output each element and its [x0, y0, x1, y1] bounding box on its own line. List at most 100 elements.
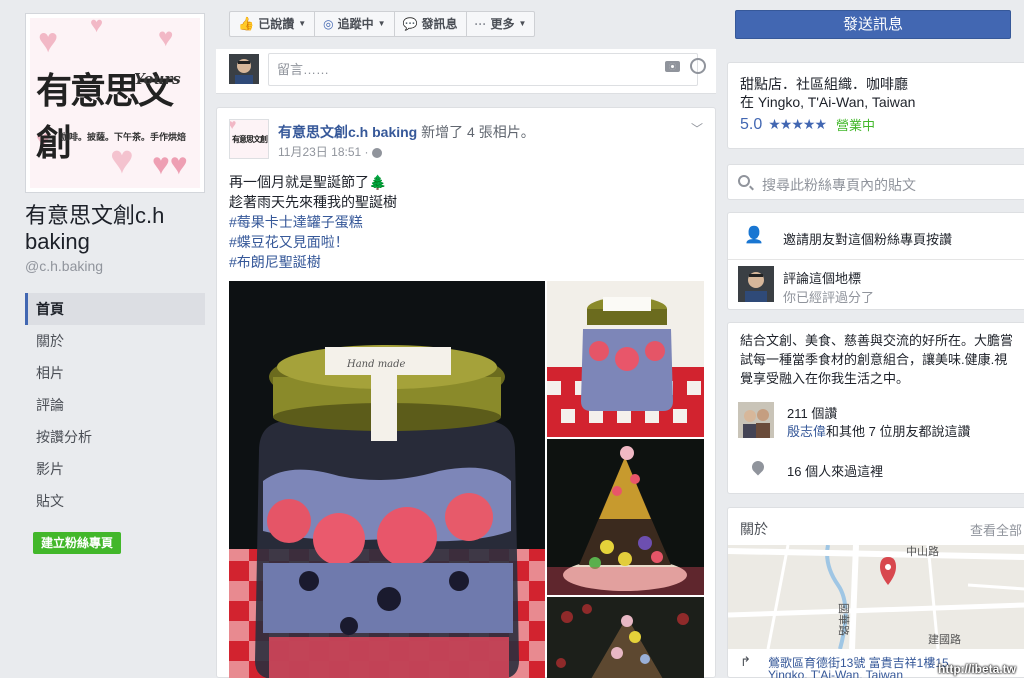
- about-summary-card: 結合文創、美食、慈善與交流的好所在。大膽嘗試每一種當季食材的創意組合，讓美味.健…: [727, 322, 1024, 494]
- divider: [728, 259, 1024, 260]
- post-line: 再一個月就是聖誕節了🌲: [229, 174, 387, 190]
- nav-item-videos[interactable]: 影片: [25, 453, 205, 485]
- review-place-link[interactable]: 評論這個地標: [783, 268, 861, 287]
- comment-composer: 留言……: [216, 49, 716, 94]
- search-posts-input[interactable]: 搜尋此粉絲專頁內的貼文: [762, 175, 916, 195]
- nav-item-likes[interactable]: 按讚分析: [25, 421, 205, 453]
- globe-icon[interactable]: [371, 147, 382, 158]
- post-meta: 11月23日 18:51 ·: [278, 143, 382, 160]
- review-status: 你已經評過分了: [783, 290, 875, 305]
- message-label: 發訊息: [421, 17, 458, 31]
- likes-count[interactable]: 211 個讚: [787, 403, 837, 422]
- invite-friends-link[interactable]: 邀請朋友對這個粉絲專頁按讚: [783, 229, 952, 248]
- rating-value: 5.0: [740, 115, 763, 133]
- rss-icon: ◎: [323, 17, 334, 31]
- brownie-tree-photo: [547, 439, 704, 595]
- nav-item-posts[interactable]: 貼文: [25, 485, 205, 517]
- nav-item-home[interactable]: 首頁: [25, 293, 205, 325]
- post-photo-thumb[interactable]: [547, 597, 704, 678]
- nav-item-photos[interactable]: 相片: [25, 357, 205, 389]
- avatar-logo-text: 有意思文創: [232, 134, 268, 144]
- friend-name-link[interactable]: 殷志偉: [787, 424, 826, 439]
- post-line: 趁著雨天先來種我的聖誕樹: [229, 194, 397, 210]
- likes-others-text: 和其他 7 位朋友都說這讚: [826, 424, 971, 439]
- hashtag-link[interactable]: #莓果卡士達罐子蛋糕: [229, 212, 397, 232]
- message-button[interactable]: 💬 發訊息: [393, 11, 467, 37]
- directions-arrow-icon: ↱: [740, 654, 751, 669]
- post-timestamp[interactable]: 11月23日 18:51: [278, 145, 361, 159]
- search-posts-box[interactable]: 搜尋此粉絲專頁內的貼文: [727, 164, 1024, 200]
- send-message-button[interactable]: 發送訊息: [735, 10, 1011, 39]
- page-action-bar: 👍 已說讚 ▼ ◎ 追蹤中 ▼ 💬 發訊息 ··· 更多 ▼: [229, 11, 536, 37]
- checkins-count[interactable]: 16 個人來過這裡: [787, 461, 883, 480]
- user-avatar[interactable]: [738, 266, 774, 302]
- post-options-chevron-icon[interactable]: ﹀: [691, 120, 703, 137]
- liked-button[interactable]: 👍 已說讚 ▼: [229, 11, 316, 37]
- nav-item-about[interactable]: 關於: [25, 325, 205, 357]
- post-author-link[interactable]: 有意思文創c.h baking: [278, 124, 417, 140]
- jar-label-text: Hand made: [346, 359, 406, 370]
- search-icon: [738, 175, 750, 187]
- post-photo-thumb[interactable]: [547, 439, 704, 595]
- add-friend-icon: 👤: [744, 227, 764, 244]
- post-header: 有意思文創c.h baking 新增了 4 張相片。: [278, 122, 535, 142]
- location-map[interactable]: 中山路 國華路 建國路: [728, 545, 1024, 649]
- hashtag-link[interactable]: #蝶豆花又見面啦！: [229, 232, 397, 252]
- create-page-button[interactable]: 建立粉絲專頁: [33, 532, 122, 554]
- post-photo-thumb[interactable]: [547, 281, 704, 437]
- business-info-card: 甜點店．社區組織．咖啡廳 在 Yingko, T'Ai-Wan, Taiwan …: [727, 62, 1024, 149]
- nav-item-reviews[interactable]: 評論: [25, 389, 205, 421]
- post-action-text: 新增了 4 張相片。: [421, 124, 535, 140]
- post-card: ♥ 有意思文創 有意思文創c.h baking 新增了 4 張相片。 11月23…: [216, 107, 716, 678]
- camera-icon[interactable]: [665, 61, 680, 72]
- page-name[interactable]: 有意思文創c.h baking: [25, 203, 205, 255]
- watermark: http://ibeta.tw: [938, 662, 1016, 676]
- profile-picture[interactable]: ♥ ♥ ♥ ♥ ♥ ♥♥ 有意思文創 Yours 咖啡。披薩。下午茶。手作烘焙: [25, 13, 205, 193]
- post-author-avatar[interactable]: ♥ 有意思文創: [229, 119, 269, 159]
- user-avatar[interactable]: [229, 54, 259, 84]
- map-road-label: 中山路: [906, 545, 939, 558]
- heart-decoration-icon: ♥: [38, 22, 59, 60]
- post-photo-main[interactable]: Hand made: [229, 281, 545, 678]
- friends-avatar[interactable]: [738, 402, 774, 438]
- comment-input[interactable]: 留言……: [268, 53, 698, 86]
- rating-row[interactable]: 5.0 ★★★★★ 營業中: [740, 115, 875, 134]
- logo-subtitle: 咖啡。披薩。下午茶。手作烘焙: [60, 132, 187, 142]
- about-header: 關於: [740, 521, 768, 537]
- post-body: 再一個月就是聖誕節了🌲 趁著雨天先來種我的聖誕樹 #莓果卡士達罐子蛋糕 #蝶豆花…: [229, 172, 397, 272]
- jar-cake-thumb-photo: [547, 281, 704, 437]
- heart-decoration-icon: ♥: [158, 22, 174, 52]
- following-button[interactable]: ◎ 追蹤中 ▼: [314, 11, 395, 37]
- likes-friends: 殷志偉和其他 7 位朋友都說這讚: [787, 421, 970, 440]
- more-button[interactable]: ··· 更多 ▼: [465, 11, 536, 37]
- about-card: 關於 查看全部 中山路 國華路 建國路 ↱ 鶯歌區育德街13號 富貴吉祥1樓15…: [727, 507, 1024, 678]
- more-dots-icon: ···: [474, 17, 487, 31]
- hashtag-link[interactable]: #布朗尼聖誕樹: [229, 252, 397, 272]
- caret-down-icon: ▼: [298, 19, 307, 28]
- about-description: 結合文創、美食、慈善與交流的好所在。大膽嘗試每一種當季食材的創意組合，讓美味.健…: [740, 333, 1014, 386]
- engagement-card: 👤 邀請朋友對這個粉絲專頁按讚 評論這個地標 你已經評過分了: [727, 212, 1024, 310]
- heart-decoration-icon: ♥: [230, 120, 236, 132]
- emoji-icon[interactable]: [690, 58, 706, 74]
- map-road-label: 建國路: [928, 632, 961, 646]
- jar-cake-photo: Hand made: [229, 281, 545, 678]
- rating-stars-icon: ★★★★★: [768, 116, 827, 132]
- logo-yours-text: Yours: [134, 70, 181, 88]
- caret-down-icon: ▼: [518, 19, 527, 28]
- liked-label: 已說讚: [258, 17, 295, 31]
- more-label: 更多: [490, 17, 515, 31]
- business-location: 在 Yingko, T'Ai-Wan, Taiwan: [740, 94, 916, 110]
- business-category[interactable]: 甜點店．社區組織．咖啡廳: [740, 75, 915, 93]
- message-bubble-icon: 💬: [402, 17, 418, 31]
- open-status: 營業中: [836, 118, 876, 133]
- heart-decoration-icon: ♥: [90, 18, 104, 37]
- page-handle[interactable]: @c.h.baking: [25, 258, 103, 274]
- see-all-link[interactable]: 查看全部: [970, 520, 1022, 539]
- address-city: Yingko, T'Ai-Wan, Taiwan: [768, 668, 904, 678]
- thumbs-up-icon: 👍: [238, 16, 255, 31]
- caret-down-icon: ▼: [377, 19, 386, 28]
- left-column: ♥ ♥ ♥ ♥ ♥ ♥♥ 有意思文創 Yours 咖啡。披薩。下午茶。手作烘焙 …: [0, 0, 216, 678]
- separator-dot: ·: [364, 145, 372, 159]
- following-label: 追蹤中: [337, 17, 374, 31]
- page-nav: 首頁 關於 相片 評論 按讚分析 影片 貼文: [25, 293, 205, 517]
